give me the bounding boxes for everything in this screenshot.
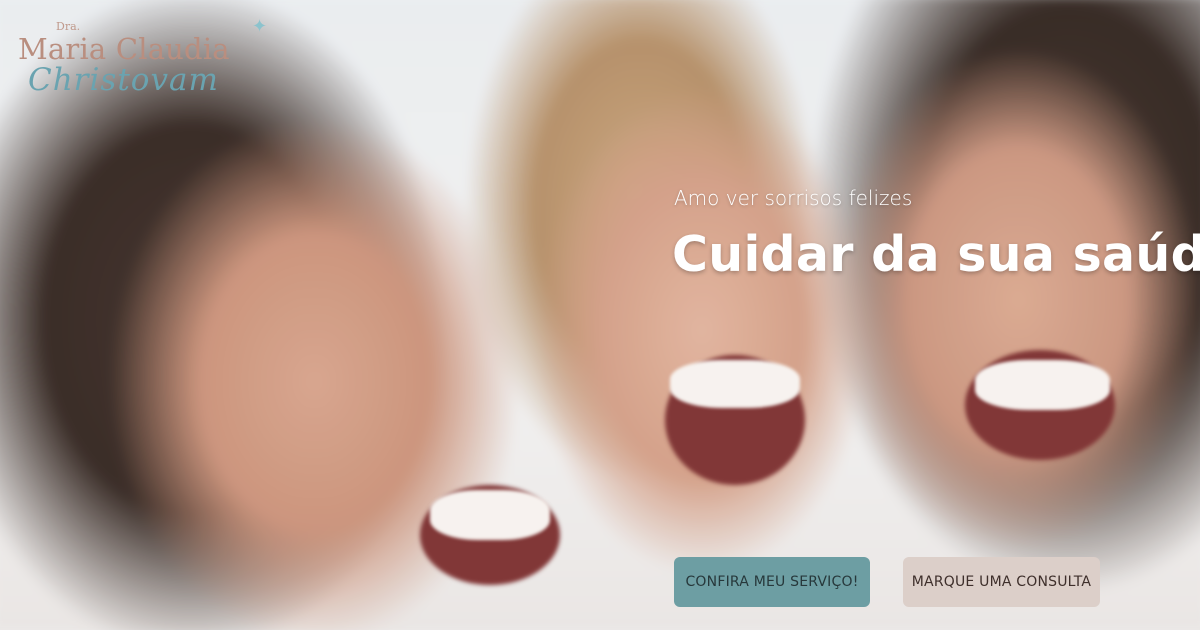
hero-tagline: Amo ver sorrisos felizes [674,186,913,210]
logo-name: Maria Claudia [18,32,230,66]
sparkle-icon: ✦ [252,16,268,37]
hero-headline: Cuidar da sua saúde [672,226,1200,283]
services-button[interactable]: CONFIRA MEU SERVIÇO! [674,557,870,607]
site-logo[interactable]: Dra. Maria Claudia Christovam ✦ [18,16,278,108]
logo-surname: Christovam [28,62,219,98]
book-appointment-button[interactable]: MARQUE UMA CONSULTA [903,557,1100,607]
